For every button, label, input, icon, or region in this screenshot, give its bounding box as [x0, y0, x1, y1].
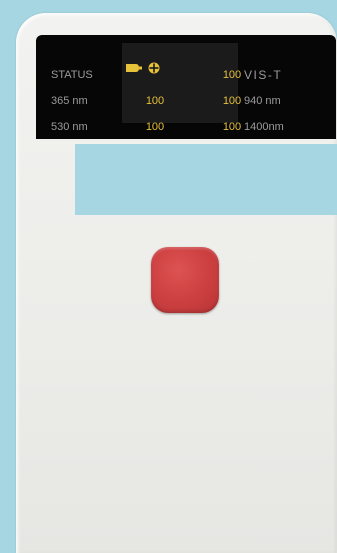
label-vis-t: VIS-T — [244, 68, 283, 82]
label-365nm: 365 nm — [51, 95, 88, 107]
label-status: STATUS — [51, 69, 93, 81]
value-row2-left: 100 — [145, 95, 165, 107]
red-square-button[interactable] — [151, 247, 219, 313]
status-icons — [126, 62, 160, 74]
display-screen: STATUS 365 nm 530 nm 100 100 100 100 100… — [36, 35, 336, 139]
label-940nm: 940 nm — [244, 95, 281, 107]
sample-slot — [75, 144, 337, 215]
value-row3-left: 100 — [145, 121, 165, 133]
label-530nm: 530 nm — [51, 121, 88, 133]
label-1400nm: 1400nm — [244, 121, 284, 133]
plus-circle-icon — [148, 62, 160, 74]
value-panel — [122, 43, 238, 123]
battery-icon — [126, 64, 142, 72]
